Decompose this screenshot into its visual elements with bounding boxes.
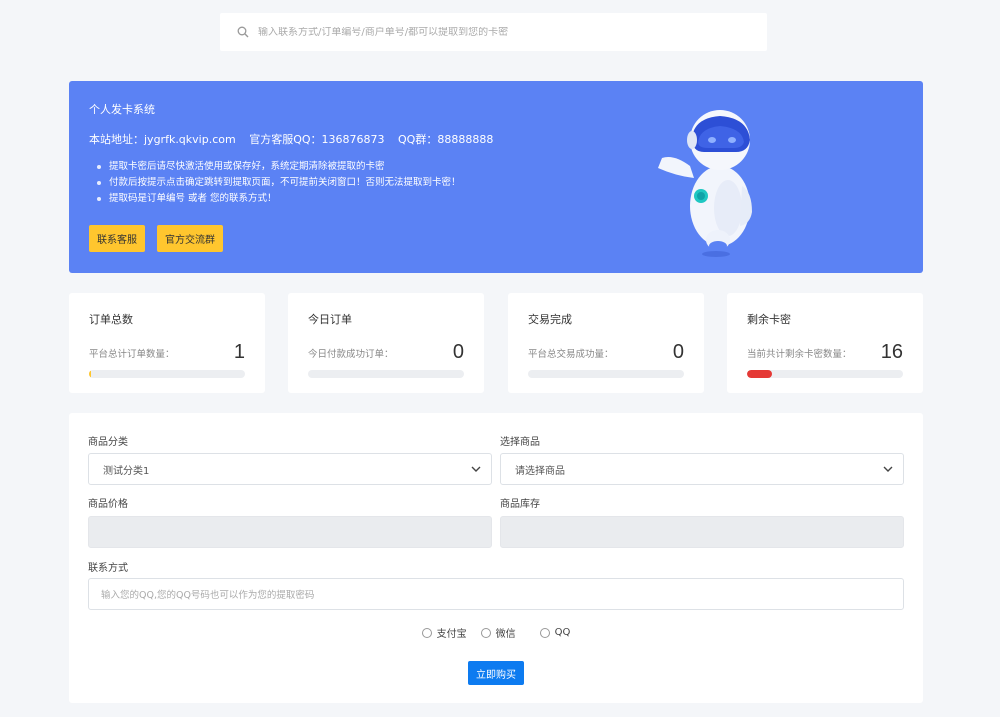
payment-label: QQ <box>554 627 571 638</box>
stat-subtitle: 今日付款成功订单： <box>308 348 394 360</box>
payment-options: 支付宝 微信 QQ <box>69 625 923 640</box>
search-bar[interactable] <box>220 13 767 51</box>
order-form: 商品分类 测试分类1 选择商品 请选择商品 商品价格 商品库存 联系方式 输入您… <box>69 413 923 703</box>
hero-banner: 个人发卡系统 本站地址：jygrfk.qkvip.com 官方客服QQ：1368… <box>69 81 923 273</box>
chevron-down-icon <box>883 464 893 475</box>
note-item: 提取卡密后请尽快激活使用或保存好，系统定期清除被提取的卡密 <box>97 159 903 175</box>
category-select-value: 测试分类1 <box>103 465 150 477</box>
payment-alipay[interactable]: 支付宝 <box>421 625 467 640</box>
stat-card-total-orders: 订单总数 平台总计订单数量： 1 <box>69 293 265 393</box>
stat-progress-bar <box>308 370 464 378</box>
stat-title: 交易完成 <box>528 313 572 326</box>
stat-subtitle: 当前共计剩余卡密数量： <box>747 348 852 360</box>
search-icon <box>236 25 250 39</box>
stock-field <box>500 516 904 548</box>
product-label: 选择商品 <box>500 437 540 448</box>
stat-card-completed: 交易完成 平台总交易成功量： 0 <box>508 293 704 393</box>
exchange-group-button[interactable]: 官方交流群 <box>157 225 223 252</box>
contact-service-button[interactable]: 联系客服 <box>89 225 145 252</box>
hero-info: 本站地址：jygrfk.qkvip.com 官方客服QQ：136876873 Q… <box>89 131 903 147</box>
contact-label: 联系方式 <box>88 563 128 574</box>
contact-placeholder: 输入您的QQ,您的QQ号码也可以作为您的提取密码 <box>101 590 315 601</box>
payment-qq[interactable]: QQ <box>539 625 571 640</box>
stat-value: 0 <box>452 341 464 363</box>
category-label: 商品分类 <box>88 437 128 448</box>
contact-input[interactable]: 输入您的QQ,您的QQ号码也可以作为您的提取密码 <box>88 578 904 610</box>
group-qq: QQ群：88888888 <box>398 133 494 146</box>
note-item: 付款后按提示点击确定跳转到提取页面，不可提前关闭窗口！否则无法提取到卡密！ <box>97 175 903 191</box>
stat-title: 订单总数 <box>89 313 133 326</box>
stat-value: 1 <box>233 341 245 363</box>
price-label: 商品价格 <box>88 499 128 510</box>
payment-label: 微信 <box>495 629 516 640</box>
stat-card-today-orders: 今日订单 今日付款成功订单： 0 <box>288 293 484 393</box>
hero-title: 个人发卡系统 <box>89 103 155 116</box>
payment-label: 支付宝 <box>436 629 467 640</box>
stat-value: 16 <box>880 341 903 363</box>
stat-progress-bar <box>747 370 903 378</box>
stat-progress-fill <box>747 370 772 378</box>
radio-icon[interactable] <box>421 627 432 638</box>
stat-value: 0 <box>672 341 684 363</box>
search-input[interactable] <box>258 26 738 38</box>
stat-title: 剩余卡密 <box>747 313 791 326</box>
robot-illustration <box>654 96 764 261</box>
category-select[interactable]: 测试分类1 <box>88 453 492 485</box>
buy-now-button[interactable]: 立即购买 <box>468 661 524 685</box>
stat-subtitle: 平台总交易成功量： <box>528 348 614 360</box>
product-select-value: 请选择商品 <box>515 465 565 477</box>
payment-wechat[interactable]: 微信 <box>480 625 516 640</box>
hero-notes: 提取卡密后请尽快激活使用或保存好，系统定期清除被提取的卡密 付款后按提示点击确定… <box>97 159 903 207</box>
price-field <box>88 516 492 548</box>
stat-progress-bar <box>89 370 245 378</box>
radio-icon[interactable] <box>480 627 491 638</box>
stat-progress-fill <box>89 370 91 378</box>
stat-progress-bar <box>528 370 684 378</box>
radio-icon[interactable] <box>539 627 550 638</box>
stat-subtitle: 平台总计订单数量： <box>89 348 175 360</box>
product-select[interactable]: 请选择商品 <box>500 453 904 485</box>
stat-card-remaining-cards: 剩余卡密 当前共计剩余卡密数量： 16 <box>727 293 923 393</box>
stock-label: 商品库存 <box>500 499 540 510</box>
chevron-down-icon <box>471 464 481 475</box>
site-address: 本站地址：jygrfk.qkvip.com <box>89 133 236 146</box>
note-item: 提取码是订单编号 或者 您的联系方式！ <box>97 191 903 207</box>
service-qq: 官方客服QQ：136876873 <box>249 133 385 146</box>
stat-title: 今日订单 <box>308 313 352 326</box>
